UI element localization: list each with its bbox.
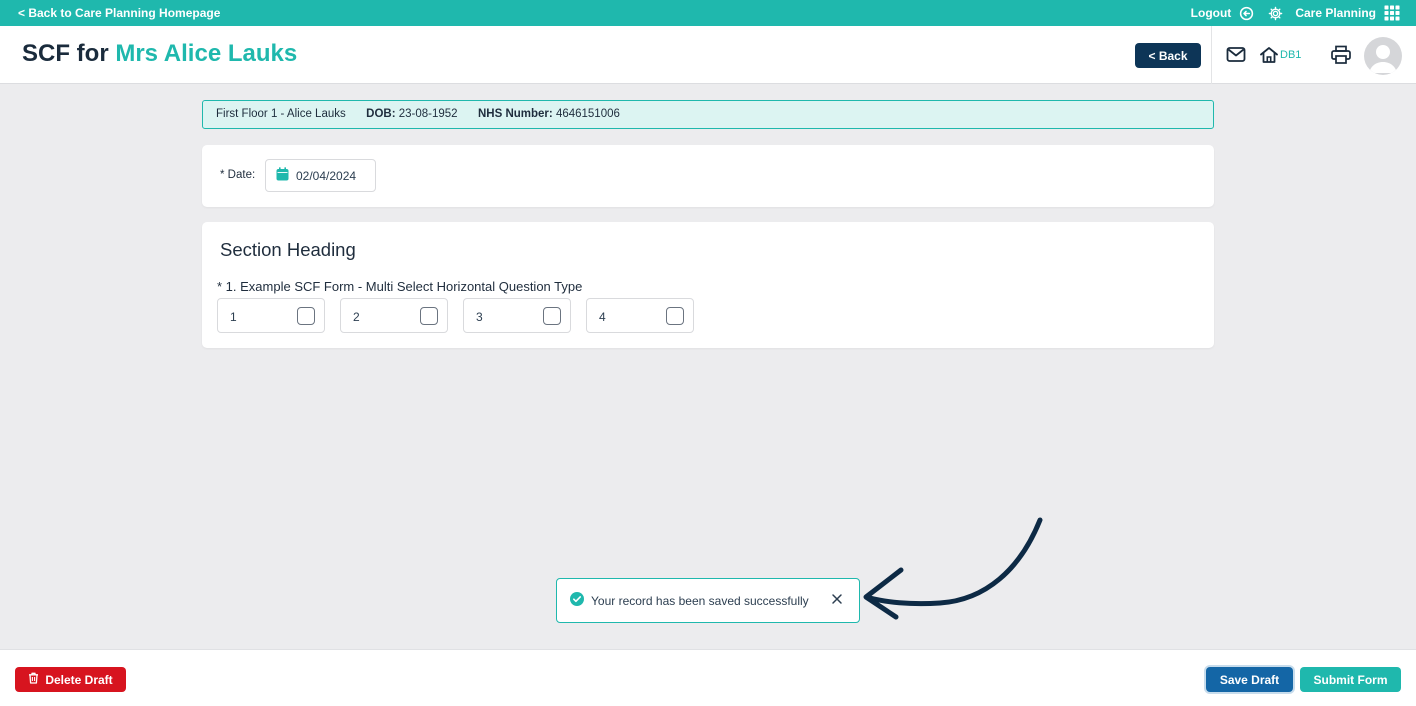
mail-icon[interactable] bbox=[1226, 46, 1246, 69]
option-label: 2 bbox=[353, 310, 360, 324]
close-icon[interactable] bbox=[831, 593, 843, 608]
delete-draft-button[interactable]: Delete Draft bbox=[15, 667, 126, 692]
save-draft-button[interactable]: Save Draft bbox=[1206, 667, 1293, 692]
logout-icon[interactable] bbox=[1239, 6, 1254, 21]
option-checkbox[interactable] bbox=[666, 307, 684, 325]
page-header: SCF for Mrs Alice Lauks < Back DB1 bbox=[0, 26, 1416, 84]
nhs-value: 4646151006 bbox=[555, 108, 620, 120]
section-heading: Section Heading bbox=[220, 239, 356, 260]
option-1[interactable]: 1 bbox=[217, 298, 325, 333]
check-circle-icon bbox=[570, 592, 584, 609]
home-icon[interactable] bbox=[1259, 46, 1279, 69]
avatar-icon bbox=[1369, 45, 1397, 73]
patient-location: First Floor 1 - Alice Lauks bbox=[216, 108, 346, 120]
date-input[interactable]: 02/04/2024 bbox=[265, 159, 376, 192]
option-3[interactable]: 3 bbox=[463, 298, 571, 333]
option-checkbox[interactable] bbox=[420, 307, 438, 325]
dob-value: 23-08-1952 bbox=[398, 108, 458, 120]
date-label: * Date: bbox=[220, 169, 256, 181]
patient-info-bar: First Floor 1 - Alice Lauks DOB: 23-08-1… bbox=[202, 100, 1214, 129]
back-button[interactable]: < Back bbox=[1135, 43, 1201, 68]
nhs-label: NHS Number: bbox=[477, 108, 553, 120]
option-label: 1 bbox=[230, 310, 237, 324]
option-4[interactable]: 4 bbox=[586, 298, 694, 333]
header-divider bbox=[1211, 26, 1212, 84]
top-bar-actions: Logout Care Planning bbox=[1191, 4, 1400, 22]
toast-message: Your record has been saved successfully bbox=[591, 593, 809, 608]
multi-select-options: 1 2 3 4 bbox=[217, 298, 694, 333]
apps-grid-icon[interactable] bbox=[1384, 5, 1400, 21]
printer-icon[interactable] bbox=[1330, 45, 1352, 70]
page-title: SCF for Mrs Alice Lauks bbox=[22, 40, 297, 68]
gear-icon[interactable] bbox=[1268, 6, 1283, 21]
back-to-homepage-link[interactable]: < Back to Care Planning Homepage bbox=[18, 6, 220, 20]
page-title-prefix: SCF for bbox=[22, 40, 109, 67]
option-checkbox[interactable] bbox=[297, 307, 315, 325]
calendar-icon bbox=[276, 167, 289, 184]
form-footer: Delete Draft Save Draft Submit Form bbox=[0, 649, 1416, 706]
date-value: 02/04/2024 bbox=[296, 168, 357, 183]
logout-link[interactable]: Logout bbox=[1191, 6, 1232, 20]
option-2[interactable]: 2 bbox=[340, 298, 448, 333]
delete-draft-label: Delete Draft bbox=[45, 672, 113, 687]
home-code[interactable]: DB1 bbox=[1280, 49, 1301, 61]
top-bar: < Back to Care Planning Homepage Logout … bbox=[0, 0, 1416, 26]
option-label: 4 bbox=[599, 310, 606, 324]
success-toast: Your record has been saved successfully bbox=[556, 578, 860, 623]
section-card: Section Heading * 1. Example SCF Form - … bbox=[202, 222, 1214, 348]
date-card: * Date: 02/04/2024 bbox=[202, 145, 1214, 207]
avatar[interactable] bbox=[1364, 37, 1402, 75]
patient-name: Mrs Alice Lauks bbox=[115, 40, 298, 67]
trash-icon bbox=[28, 672, 39, 687]
question-label: * 1. Example SCF Form - Multi Select Hor… bbox=[217, 279, 583, 294]
dob-label: DOB: bbox=[366, 108, 396, 120]
submit-form-button[interactable]: Submit Form bbox=[1300, 667, 1401, 692]
app-name[interactable]: Care Planning bbox=[1295, 6, 1376, 20]
option-label: 3 bbox=[476, 310, 483, 324]
option-checkbox[interactable] bbox=[543, 307, 561, 325]
